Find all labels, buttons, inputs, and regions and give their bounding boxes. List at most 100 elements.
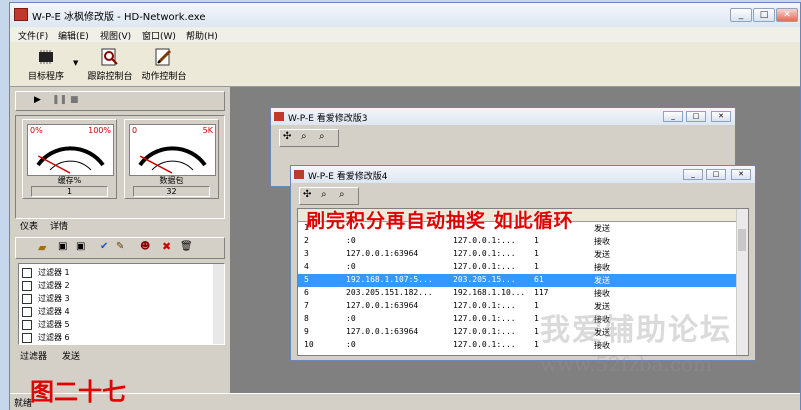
gauge-name: 缓存% (57, 176, 82, 185)
trace-console-label: 跟踪控制台 (87, 72, 133, 82)
window-4-title-bar[interactable]: W-P-E 看爱修改版4 _ □ ✕ (291, 166, 755, 183)
gauge-min: 0% (30, 126, 43, 135)
menu-view[interactable]: 视图(V) (100, 29, 131, 42)
dropdown-arrow-icon[interactable]: ▼ (73, 59, 78, 67)
filter-checkbox[interactable] (22, 307, 32, 317)
filter-item[interactable]: 过滤器 5 (19, 318, 214, 331)
app-icon (14, 8, 28, 21)
filter-checkbox[interactable] (22, 294, 32, 304)
search-next-icon[interactable]: ⌕ (339, 189, 345, 200)
filter-checkbox[interactable] (22, 281, 32, 291)
tab-details[interactable]: 详情 (50, 219, 68, 232)
gauge-needle (139, 155, 173, 174)
close-button[interactable]: ✕ (776, 8, 798, 22)
menu-bar: 文件(F) 编辑(E) 视图(V) 窗口(W) 帮助(H) (10, 27, 800, 42)
close-button[interactable]: ✕ (731, 169, 751, 180)
action-console-label: 动作控制台 (141, 72, 187, 82)
close-button[interactable]: ✕ (711, 111, 731, 122)
gauge-value: 32 (133, 186, 210, 197)
target-program-button[interactable]: 目标程序 ▼ (16, 44, 78, 84)
menu-edit[interactable]: 编辑(E) (58, 29, 89, 42)
filter-scrollbar[interactable] (213, 264, 224, 344)
gauge-min: 0 (132, 126, 138, 135)
window-title: W-P-E 冰枫修改版 - HD-Network.exe (32, 12, 206, 23)
save-icon[interactable]: ▣ (58, 241, 67, 252)
filter-toolbar: ▰ ▣ ▣ ✔ ✎ ☻ ✖ 🗑 (15, 237, 225, 259)
toolbar: 目标程序 ▼ 跟踪控制台 动作控制台 (10, 42, 800, 87)
gauge-needle (37, 155, 71, 174)
gauge-name: 数据包 (159, 176, 184, 185)
packet-gauge: 0 5K 数据包 32 (124, 119, 219, 199)
table-row[interactable]: 3 127.0.0.1:63964 127.0.0.1:... 1 发送 (298, 248, 736, 261)
maximize-button[interactable]: □ (706, 169, 726, 180)
crosshair-icon[interactable]: ✣ (283, 131, 291, 142)
trash-icon[interactable]: 🗑 (180, 241, 193, 252)
filter-item[interactable]: 过滤器 6 (19, 331, 214, 344)
trace-console-button[interactable]: 跟踪控制台 (84, 44, 136, 84)
filter-checkbox[interactable] (22, 320, 32, 330)
gauge-max: 5K (202, 126, 213, 135)
tab-filters[interactable]: 过滤器 (20, 349, 47, 362)
tab-gauges[interactable]: 仪表 (20, 219, 38, 232)
crosshair-icon[interactable]: ✣ (303, 189, 311, 200)
window-3-toolbar: ✣ ⌕ ⌕ (279, 129, 339, 147)
pencil-document-icon (155, 48, 172, 66)
delete-icon[interactable]: ✖ (162, 240, 171, 253)
tab-send[interactable]: 发送 (62, 349, 80, 362)
check-icon[interactable]: ✔ (100, 241, 108, 252)
stop-icon[interactable]: ■ (70, 95, 79, 105)
magnifier-document-icon (101, 48, 118, 66)
status-bar: 就绪 (10, 393, 800, 410)
pause-icon[interactable]: ❚❚ (52, 95, 67, 105)
window-4-title: W-P-E 看爱修改版4 (308, 172, 388, 182)
window-4-toolbar: ✣ ⌕ ⌕ (299, 187, 359, 205)
menu-file[interactable]: 文件(F) (18, 29, 48, 42)
search-icon[interactable]: ⌕ (321, 189, 327, 200)
search-icon[interactable]: ⌕ (301, 131, 307, 142)
left-dock-panel: ▶ ❚❚ ■ 0% 100% 缓存% 1 0 5K 数据包 32 仪表 详情 ▰… (10, 87, 230, 393)
playback-toolbar: ▶ ❚❚ ■ (15, 91, 225, 111)
edit-pencil-icon[interactable]: ✎ (116, 241, 124, 252)
minimize-button[interactable]: _ (683, 169, 703, 180)
search-next-icon[interactable]: ⌕ (319, 131, 325, 142)
filter-item[interactable]: 过滤器 2 (19, 279, 214, 292)
gauge-value: 1 (31, 186, 108, 197)
table-row[interactable]: 4:0 127.0.0.1:... 1 接收 (298, 261, 736, 274)
title-bar[interactable]: W-P-E 冰枫修改版 - HD-Network.exe _ □ ✕ (10, 3, 800, 27)
filter-item[interactable]: 过滤器 1 (19, 266, 214, 279)
figure-label: 图二十七 (30, 378, 126, 406)
gauge-panel: 0% 100% 缓存% 1 0 5K 数据包 32 (15, 115, 225, 219)
mask-icon[interactable]: ☻ (140, 241, 150, 252)
filter-item[interactable]: 过滤器 3 (19, 292, 214, 305)
filter-checkbox[interactable] (22, 268, 32, 278)
open-folder-icon[interactable]: ▰ (38, 241, 46, 254)
maximize-button[interactable]: □ (686, 111, 706, 122)
table-row-selected[interactable]: 5 192.168.1.107:5... 203.205.15... 61 发送 (298, 274, 736, 287)
overlay-caption: 刷完积分再自动抽奖 如此循环 (306, 210, 574, 232)
table-row[interactable]: 6 203.205.151.182... 192.168.1.10... 117 接收 (298, 287, 736, 300)
watermark-text: 我爱辅助论坛 (540, 313, 732, 348)
filter-item[interactable]: 过滤器 4 (19, 305, 214, 318)
minimize-button[interactable]: _ (663, 111, 683, 122)
action-console-button[interactable]: 动作控制台 (138, 44, 190, 84)
menu-help[interactable]: 帮助(H) (186, 29, 218, 42)
play-icon[interactable]: ▶ (34, 95, 41, 105)
minimize-button[interactable]: _ (730, 8, 752, 22)
table-scrollbar[interactable] (736, 209, 748, 355)
filter-list: 过滤器 1 过滤器 2 过滤器 3 过滤器 4 过滤器 5 过滤器 6 (18, 263, 225, 345)
window-icon (274, 112, 284, 121)
watermark-url: www.52fzba.com (540, 352, 713, 376)
window-3-title: W-P-E 看爱修改版3 (288, 114, 368, 124)
menu-window[interactable]: 窗口(W) (142, 29, 176, 42)
buffer-gauge: 0% 100% 缓存% 1 (22, 119, 117, 199)
window-3-title-bar[interactable]: W-P-E 看爱修改版3 _ □ ✕ (271, 108, 735, 125)
window-icon (294, 170, 304, 179)
chip-icon (39, 50, 53, 64)
table-row[interactable]: 2:0 127.0.0.1:... 1 接收 (298, 235, 736, 248)
save-as-icon[interactable]: ▣ (76, 241, 85, 252)
filter-checkbox[interactable] (22, 333, 32, 343)
scrollbar-thumb[interactable] (738, 229, 746, 251)
gauge-max: 100% (88, 126, 111, 135)
target-program-label: 目标程序 (27, 72, 64, 82)
maximize-button[interactable]: □ (753, 8, 775, 22)
